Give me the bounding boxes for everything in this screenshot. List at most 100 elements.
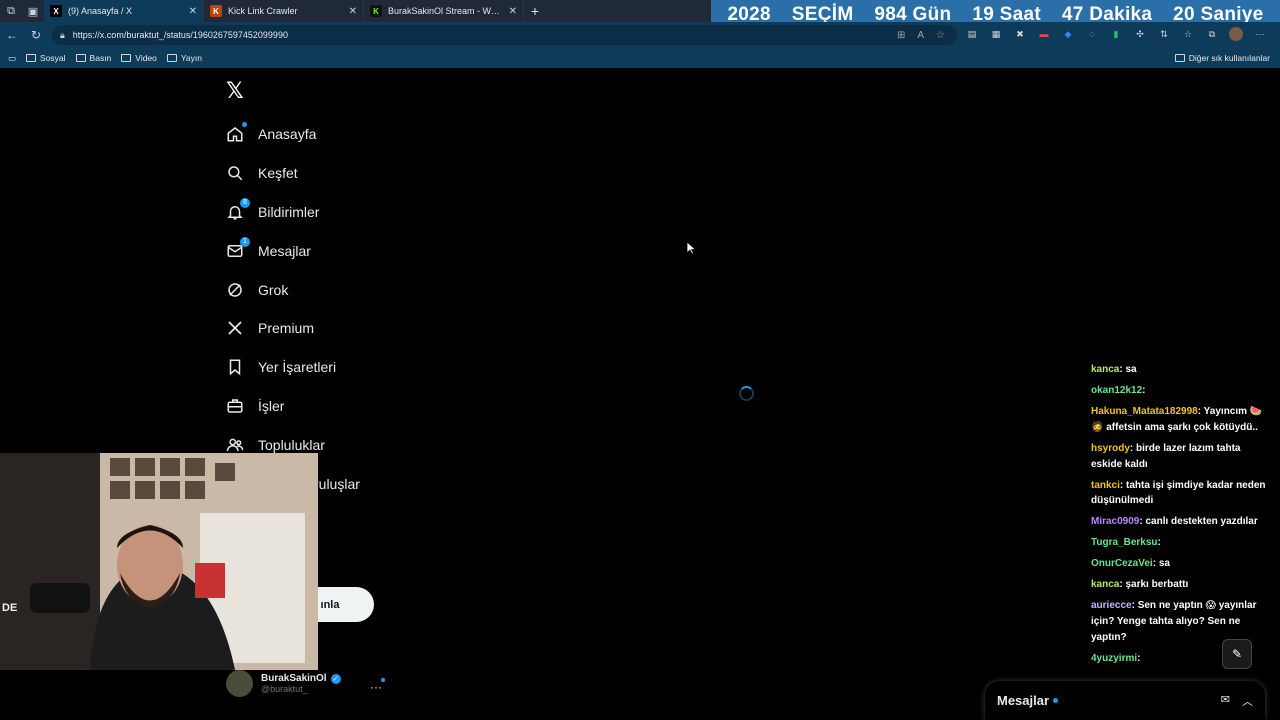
- chat-text: canlı destekten yazdılar: [1145, 516, 1258, 528]
- new-tab-button[interactable]: +: [524, 0, 546, 22]
- webcam-feed: DE: [0, 453, 318, 670]
- chat-message: Tugra_Berksu:: [1091, 537, 1161, 549]
- chat-message: kanca: sa: [1091, 364, 1137, 375]
- account-handle: @buraktut_: [261, 684, 308, 694]
- nav-item-premium[interactable]: Premium: [226, 309, 360, 348]
- chat-username[interactable]: kanca: [1091, 579, 1119, 590]
- chat-message: kanca: şarkı berbattı: [1091, 579, 1189, 591]
- folder-icon: [75, 54, 86, 62]
- extension-icon[interactable]: ◆: [1061, 27, 1075, 41]
- extensions-puzzle-icon[interactable]: ✣: [1133, 27, 1147, 41]
- extension-icon[interactable]: ✖: [1013, 27, 1027, 41]
- account-switcher[interactable]: BurakSakinOl ✓ @buraktut_: [226, 670, 341, 697]
- x-logo-icon[interactable]: 𝕏: [226, 78, 244, 104]
- lock-icon[interactable]: 🔒︎: [60, 30, 65, 41]
- nav-item-messages[interactable]: 1 Mesajlar: [226, 231, 360, 270]
- folder-icon: [121, 54, 132, 62]
- chat-username[interactable]: kanca: [1091, 364, 1119, 375]
- folder-icon: [26, 54, 37, 62]
- bookmark-folder-yayin[interactable]: Yayın: [166, 53, 202, 63]
- bookmark-label: Yayın: [180, 53, 202, 63]
- read-aloud-icon[interactable]: A: [917, 30, 924, 41]
- chat-settings-icon[interactable]: ✎: [1222, 639, 1252, 669]
- url-bar[interactable]: 🔒︎ https://x.com/buraktut_/status/196026…: [52, 25, 957, 45]
- nav-label: İşler: [258, 397, 285, 414]
- account-more-icon[interactable]: ···: [370, 680, 382, 694]
- post-button-label: ınla: [320, 598, 340, 611]
- svg-text:DE: DE: [2, 602, 17, 614]
- chat-username[interactable]: tankci: [1091, 480, 1120, 491]
- nav-label: ruluşlar: [314, 475, 360, 492]
- favorite-star-icon[interactable]: ☆: [936, 30, 945, 41]
- account-name: BurakSakinOl: [261, 673, 327, 684]
- more-icon[interactable]: ···: [1253, 27, 1267, 41]
- chat-username[interactable]: okan12k12: [1091, 385, 1142, 396]
- nav-label: Bildirimler: [258, 203, 320, 220]
- avatar: [226, 670, 253, 697]
- bookmark-folder-sosyal[interactable]: Sosyal: [26, 53, 66, 63]
- profile-avatar[interactable]: [1229, 27, 1243, 41]
- chat-username[interactable]: hsyrody: [1091, 443, 1130, 454]
- tab-x-home[interactable]: X (9) Anasayfa / X ✕: [44, 0, 204, 22]
- nav-item-home[interactable]: Anasayfa: [226, 115, 360, 154]
- extension-icon[interactable]: ▮: [1109, 27, 1123, 41]
- other-bookmarks[interactable]: Diğer sık kullanılanlar: [1174, 53, 1270, 63]
- bookmark-folder-video[interactable]: Video: [121, 53, 157, 63]
- tab-actions-icon[interactable]: ▣: [22, 0, 44, 22]
- address-toolbar: ← ↻ 🔒︎ https://x.com/buraktut_/status/19…: [0, 22, 1280, 48]
- stream-chat-overlay: kanca: sa okan12k12: Hakuna_Matata182998:…: [1091, 362, 1271, 672]
- bookmark-label: Sosyal: [40, 53, 66, 63]
- close-icon[interactable]: ✕: [509, 6, 517, 17]
- chat-username[interactable]: auriecce: [1091, 600, 1132, 611]
- chat-username[interactable]: OnurCezaVei: [1091, 558, 1153, 569]
- extension-icon[interactable]: ▦: [989, 27, 1003, 41]
- chat-username[interactable]: Hakuna_Matata182998: [1091, 406, 1198, 417]
- close-icon[interactable]: ✕: [349, 6, 357, 17]
- collections-icon[interactable]: ⧉: [1205, 27, 1219, 41]
- bookmark-folder-basin[interactable]: Basın: [75, 53, 111, 63]
- extensions-bar: ▤ ▦ ✖ ▬ ◆ ◌ ▮ ✣ ⇅ ☆ ⧉ ··· ✺: [965, 27, 1280, 41]
- app-available-icon[interactable]: ⊞: [897, 30, 905, 41]
- notification-badge: 8: [240, 197, 250, 208]
- extension-icon[interactable]: ▤: [965, 27, 979, 41]
- reading-view-icon[interactable]: ▭: [8, 53, 16, 64]
- nav-item-notifications[interactable]: 8 Bildirimler: [226, 193, 360, 232]
- nav-item-grok[interactable]: Grok: [226, 270, 360, 309]
- search-icon: [226, 164, 244, 182]
- mouse-cursor-icon: [687, 242, 696, 255]
- workspaces-icon[interactable]: ⧉: [0, 0, 22, 22]
- loading-spinner: [739, 386, 754, 401]
- refresh-icon[interactable]: ↻: [24, 28, 48, 42]
- tab-kick-crawler[interactable]: K Kick Link Crawler ✕: [204, 0, 364, 22]
- nav-label: Grok: [258, 281, 289, 298]
- tab-kick-stream[interactable]: K BurakSakinOl Stream - Watch Live ✕: [364, 0, 524, 22]
- new-message-icon[interactable]: ✉: [1221, 693, 1230, 709]
- nav-label: Yer İşaretleri: [258, 359, 337, 376]
- chat-username[interactable]: Tugra_Berksu: [1091, 537, 1158, 548]
- kick-favicon-icon: K: [370, 5, 382, 17]
- chat-username[interactable]: Mirac0909: [1091, 516, 1139, 527]
- chat-username[interactable]: 4yuzyirmi: [1091, 653, 1137, 664]
- split-screen-icon[interactable]: ⇅: [1157, 27, 1171, 41]
- messages-drawer-title: Mesajlar: [997, 693, 1050, 708]
- chat-text: sa: [1125, 364, 1137, 375]
- url-text[interactable]: https://x.com/buraktut_/status/196026759…: [73, 30, 288, 40]
- expand-chevron-icon[interactable]: ︿: [1242, 693, 1253, 709]
- tab-title: Kick Link Crawler: [228, 6, 298, 16]
- folder-icon: [166, 54, 177, 62]
- chat-message: OnurCezaVei: sa: [1091, 558, 1170, 570]
- messages-drawer[interactable]: Mesajlar ✉ ︿: [985, 681, 1265, 720]
- back-icon[interactable]: ←: [0, 28, 24, 42]
- unread-dot: [1053, 698, 1059, 703]
- nav-item-explore[interactable]: Keşfet: [226, 154, 360, 193]
- nav-item-bookmarks[interactable]: Yer İşaretleri: [226, 348, 360, 387]
- extension-icon[interactable]: ▬: [1037, 27, 1051, 41]
- chat-message: Mirac0909: canlı destekten yazdılar: [1091, 516, 1258, 528]
- chat-message: tankci: tahta işi şimdiye kadar neden dü…: [1091, 479, 1266, 507]
- close-icon[interactable]: ✕: [189, 6, 197, 17]
- nav-item-jobs[interactable]: İşler: [226, 387, 360, 426]
- bookmarks-bar: ▭ Sosyal Basın Video Yayın Diğer sık kul…: [0, 48, 1280, 68]
- bookmark-label: Video: [135, 53, 157, 63]
- extension-icon[interactable]: ◌: [1085, 27, 1099, 41]
- favorites-icon[interactable]: ☆: [1181, 27, 1195, 41]
